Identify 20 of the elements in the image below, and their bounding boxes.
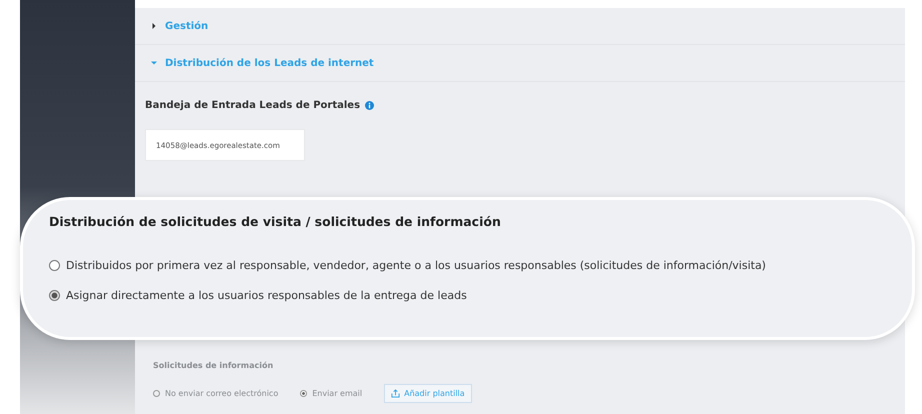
radio-button[interactable] bbox=[49, 290, 60, 301]
radio-label: Enviar email bbox=[312, 389, 362, 398]
caret-right-icon bbox=[151, 23, 157, 29]
section-header[interactable]: Gestión bbox=[135, 8, 905, 45]
info-icon[interactable] bbox=[365, 101, 374, 110]
section-title: Distribución de los Leads de internet bbox=[165, 58, 374, 68]
radio-label: Distribuidos por primera vez al responsable, vendedor, agente o a los usuarios responsables (solicitudes de información/visita) bbox=[66, 259, 766, 272]
caret-down-icon bbox=[151, 60, 157, 66]
radio-button[interactable] bbox=[153, 390, 160, 397]
section-title: Gestión bbox=[165, 20, 208, 32]
radio-button[interactable] bbox=[49, 260, 60, 271]
section-label: Solicitudes de información bbox=[153, 361, 274, 370]
field-label: Bandeja de Entrada Leads de Portales bbox=[145, 100, 360, 111]
radio-label: Asignar directamente a los usuarios responsables de la entrega de leads bbox=[66, 289, 467, 302]
section-header[interactable]: Distribución de los Leads de internet bbox=[135, 45, 905, 82]
callout-title: Distribución de solicitudes de visita / solicitudes de información bbox=[49, 214, 502, 229]
upload-icon bbox=[391, 389, 400, 398]
radio-button[interactable] bbox=[300, 390, 308, 397]
add-template-button[interactable]: Añadir plantilla bbox=[384, 384, 472, 403]
radio-label: No enviar correo electrónico bbox=[165, 389, 278, 398]
